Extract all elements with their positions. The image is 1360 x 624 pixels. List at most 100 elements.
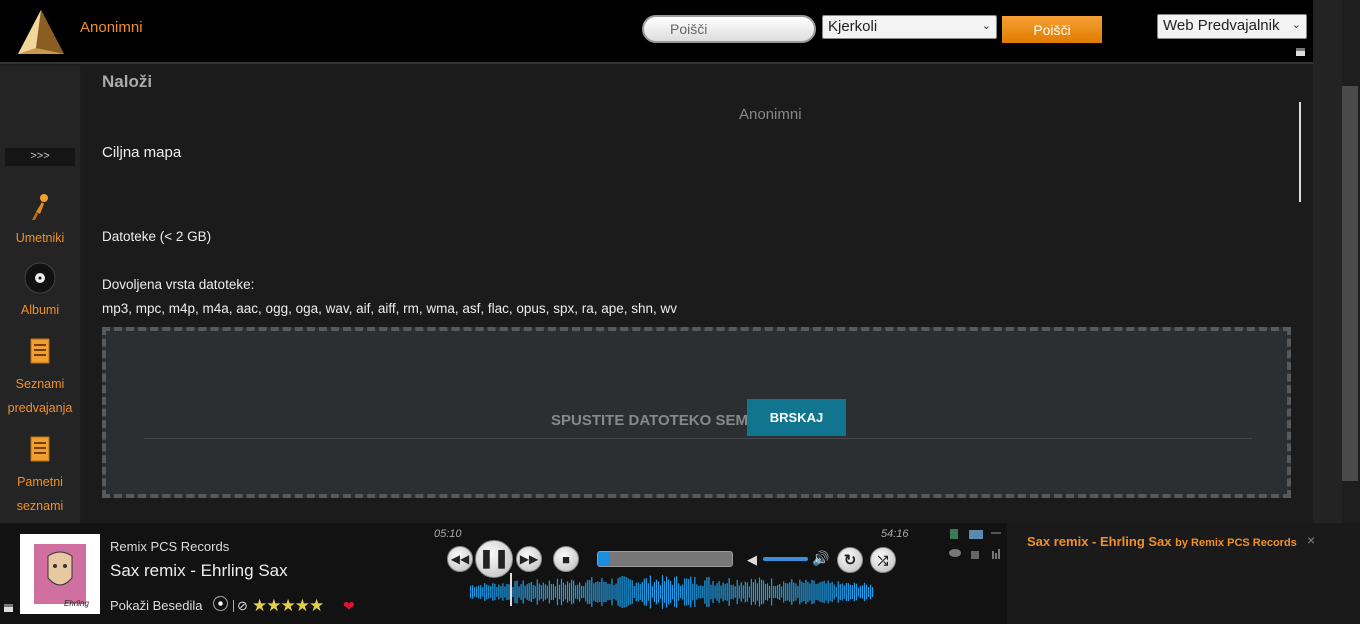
- eye-icon[interactable]: [949, 549, 961, 557]
- minimize-icon[interactable]: [1296, 48, 1305, 56]
- minimize-player-icon[interactable]: [4, 604, 13, 612]
- waveform-bar: [785, 582, 787, 602]
- shuffle-button[interactable]: ⤮: [870, 547, 896, 573]
- waveform[interactable]: [470, 575, 874, 609]
- waveform-bar: [506, 583, 508, 601]
- waveform-bar: [603, 581, 605, 603]
- sidebar-toggle[interactable]: >>>: [5, 148, 75, 166]
- menu-icon[interactable]: [991, 532, 1001, 534]
- search-input[interactable]: Poišči: [642, 15, 816, 43]
- waveform-bar: [819, 582, 821, 602]
- waveform-bar: [680, 585, 682, 599]
- repeat-button[interactable]: ↻: [837, 547, 863, 573]
- waveform-bar: [512, 587, 514, 597]
- waveform-bar: [522, 580, 524, 604]
- waveform-bar: [560, 578, 563, 606]
- waveform-bar: [476, 586, 478, 598]
- waveform-bar: [605, 581, 607, 603]
- waveform-bar: [571, 579, 573, 605]
- waveform-bar: [855, 583, 858, 601]
- sidebar-item-smartlists[interactable]: Pametni seznami: [0, 434, 80, 518]
- file-drop-zone[interactable]: SPUSTITE DATOTEKO SEM BRSKAJ: [102, 327, 1291, 498]
- logo-icon[interactable]: [14, 8, 68, 56]
- waveform-bar: [692, 583, 694, 601]
- sidebar-item-playlists[interactable]: Seznami predvajanja: [0, 336, 80, 420]
- waveform-bar: [698, 585, 700, 599]
- waveform-bar: [611, 578, 613, 606]
- waveform-bar: [659, 585, 662, 599]
- search-filter-select[interactable]: Kjerkoli ⌄: [822, 15, 997, 39]
- waveform-bar: [760, 579, 763, 605]
- waveform-bar: [853, 582, 855, 602]
- player-artist[interactable]: Remix PCS Records: [110, 539, 229, 554]
- waveform-bar: [526, 584, 528, 600]
- waveform-bar: [811, 579, 813, 605]
- player-type-select[interactable]: Web Predvajalnik ⌄: [1157, 14, 1307, 39]
- waveform-bar: [627, 578, 629, 606]
- pause-button[interactable]: ❚❚: [475, 540, 513, 578]
- waveform-bar: [566, 581, 569, 603]
- sidebar-item-albums[interactable]: Albumi: [0, 262, 80, 322]
- block-icon[interactable]: ⊘: [237, 598, 248, 614]
- seek-bar[interactable]: [597, 551, 733, 567]
- waveform-bar: [706, 577, 708, 607]
- waveform-bar: [674, 577, 676, 607]
- sidebar-item-artists[interactable]: Umetniki: [0, 190, 80, 250]
- album-cover[interactable]: Ehrling: [20, 534, 100, 614]
- waveform-bar: [672, 584, 674, 600]
- waveform-bar: [645, 578, 647, 606]
- stop-button[interactable]: ■: [553, 546, 579, 572]
- waveform-bar: [528, 583, 530, 601]
- repeat-icon: ↻: [843, 552, 857, 569]
- waveform-bar: [667, 579, 670, 605]
- bars-icon[interactable]: [992, 551, 994, 559]
- waveform-bar: [805, 579, 807, 605]
- playhead: [510, 573, 512, 606]
- now-playing-by: by Remix PCS Records: [1175, 537, 1297, 549]
- sidebar-item-label: Seznami predvajanja: [7, 377, 73, 415]
- volume-up-icon[interactable]: 🔊: [812, 550, 830, 568]
- waveform-bar: [700, 585, 702, 599]
- waveform-bar: [696, 584, 698, 600]
- waveform-bar: [665, 576, 668, 608]
- disc-icon[interactable]: [213, 596, 228, 611]
- heart-icon[interactable]: ❤: [343, 598, 355, 615]
- browse-button[interactable]: BRSKAJ: [747, 399, 846, 436]
- waveform-bar: [726, 583, 728, 601]
- waveform-bar: [536, 579, 538, 605]
- cover-text: Ehrling: [64, 599, 89, 608]
- forward-button[interactable]: ▶▶: [516, 546, 542, 572]
- waveform-bar: [841, 583, 843, 601]
- image-icon[interactable]: [969, 530, 983, 539]
- close-icon[interactable]: ×: [1307, 532, 1315, 548]
- username-link[interactable]: Anonimni: [80, 19, 143, 36]
- waveform-bar: [871, 587, 874, 597]
- scrollbar-thumb[interactable]: [1342, 86, 1358, 481]
- waveform-bar: [827, 580, 829, 604]
- waveform-bar: [849, 584, 851, 600]
- divider: [1299, 102, 1301, 202]
- waveform-bar: [768, 585, 771, 599]
- waveform-bar: [752, 582, 754, 602]
- waveform-bar: [678, 583, 680, 601]
- tray-icon[interactable]: [971, 551, 979, 559]
- total-time: 54:16: [881, 528, 909, 540]
- chevron-down-icon: ⌄: [981, 20, 991, 32]
- waveform-bar: [647, 583, 649, 601]
- rewind-button[interactable]: ◀◀: [447, 546, 473, 572]
- waveform-bar: [470, 585, 472, 599]
- show-lyrics-link[interactable]: Pokaži Besedila: [110, 598, 203, 613]
- save-icon[interactable]: [950, 529, 958, 539]
- waveform-bar: [472, 585, 474, 599]
- search-button[interactable]: Poišči: [1002, 16, 1102, 43]
- chevron-down-icon: ⌄: [1291, 19, 1301, 31]
- mute-icon[interactable]: ◀: [745, 552, 759, 567]
- waveform-bar: [730, 584, 732, 600]
- now-playing-text[interactable]: Sax remix - Ehrling Sax by Remix PCS Rec…: [1027, 532, 1317, 553]
- volume-slider[interactable]: [763, 557, 808, 561]
- waveform-bar: [744, 581, 746, 603]
- waveform-bar: [809, 583, 811, 601]
- rating-stars[interactable]: ★★★★★: [252, 596, 324, 616]
- waveform-bar: [591, 577, 593, 607]
- waveform-bar: [486, 584, 488, 600]
